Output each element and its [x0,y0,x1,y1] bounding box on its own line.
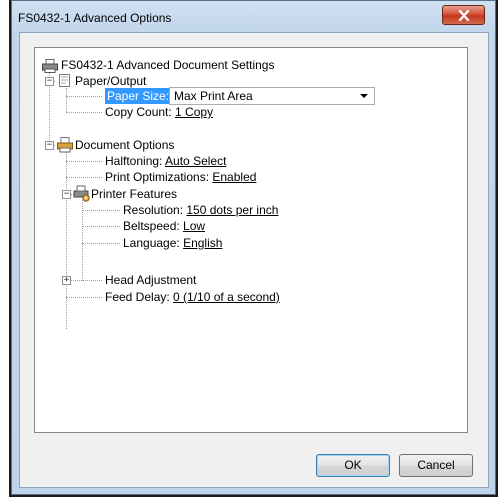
paper-size-select[interactable]: Max Print Area [169,87,375,105]
printer-features-label[interactable]: Printer Features [91,186,177,202]
head-adjustment-label[interactable]: Head Adjustment [105,272,196,288]
beltspeed-value[interactable]: Low [183,219,205,233]
print-optimizations-item[interactable]: Print Optimizations: Enabled [105,169,256,185]
resolution-value[interactable]: 150 dots per inch [186,203,278,217]
feed-delay-value[interactable]: 0 (1/10 of a second) [173,290,280,304]
language-value[interactable]: English [183,236,222,250]
paper-output-label[interactable]: Paper/Output [75,73,146,89]
document-options-label[interactable]: Document Options [75,137,174,153]
paper-output-collapse-toggle[interactable]: − [45,77,54,86]
window-title: FS0432-1 Advanced Options [18,11,172,25]
copy-count-item[interactable]: Copy Count: 1 Copy [105,104,213,120]
language-label: Language: [123,236,184,250]
halftoning-value[interactable]: Auto Select [165,154,226,168]
chevron-down-icon [360,94,368,98]
print-optimizations-value[interactable]: Enabled [212,170,256,184]
close-icon [458,9,469,21]
resolution-item[interactable]: Resolution: 150 dots per inch [123,202,278,218]
dialog-window: FS0432-1 Advanced Options FS0432-1 Advan… [11,0,496,495]
head-adjustment-expand-toggle[interactable]: + [62,276,71,285]
settings-tree[interactable]: FS0432-1 Advanced Document Settings − Pa… [34,47,468,433]
language-item[interactable]: Language: English [123,235,222,251]
halftoning-label: Halftoning: [105,154,166,168]
resolution-label: Resolution: [123,203,187,217]
beltspeed-label: Beltspeed: [123,219,184,233]
paper-size-label[interactable]: Paper Size: [105,88,172,104]
close-button[interactable] [442,5,485,25]
print-optimizations-label: Print Optimizations: [105,170,213,184]
printer-features-icon [73,185,91,205]
copy-count-label: Copy Count: [105,105,176,119]
halftoning-item[interactable]: Halftoning: Auto Select [105,153,226,169]
feed-delay-item[interactable]: Feed Delay: 0 (1/10 of a second) [105,289,280,305]
beltspeed-item[interactable]: Beltspeed: Low [123,218,205,234]
tree-root-label[interactable]: FS0432-1 Advanced Document Settings [61,57,274,73]
cancel-button[interactable]: Cancel [399,454,473,477]
dialog-client-area: FS0432-1 Advanced Document Settings − Pa… [19,32,489,488]
document-printer-icon [57,137,75,156]
printer-features-collapse-toggle[interactable]: − [62,190,71,199]
copy-count-value[interactable]: 1 Copy [175,105,213,119]
document-options-collapse-toggle[interactable]: − [45,141,54,150]
printer-icon [42,59,58,76]
paper-icon [57,73,73,91]
ok-button[interactable]: OK [316,454,390,477]
paper-size-value: Max Print Area [174,89,253,103]
feed-delay-label: Feed Delay: [105,290,174,304]
